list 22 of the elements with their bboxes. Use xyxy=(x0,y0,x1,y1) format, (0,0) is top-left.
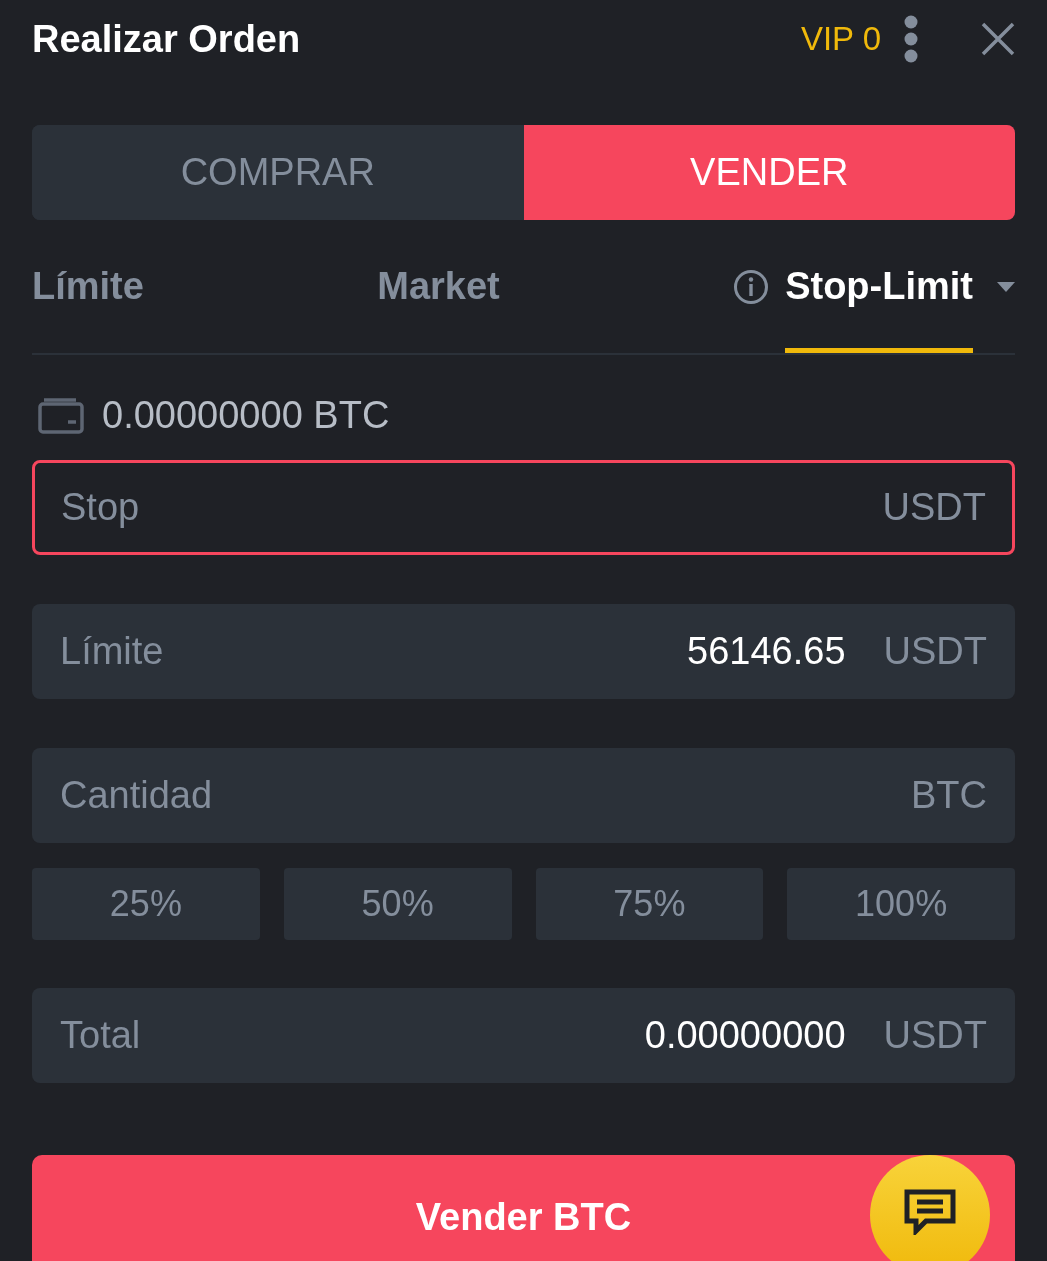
order-type-tab[interactable]: Market xyxy=(377,220,500,353)
input-field[interactable]: Cantidad BTC xyxy=(32,748,1015,843)
input-field[interactable]: Stop USDT xyxy=(32,460,1015,555)
total-field[interactable]: Total 0.00000000 USDT xyxy=(32,988,1015,1083)
percent-button[interactable]: 25% xyxy=(32,868,260,940)
more-icon[interactable] xyxy=(903,15,919,63)
vip-level: VIP 0 xyxy=(800,20,881,58)
input-field[interactable]: Límite 56146.65 USDT xyxy=(32,604,1015,699)
percent-button[interactable]: 75% xyxy=(535,868,764,940)
available-balance: 0.00000000 BTC xyxy=(102,394,390,437)
sell-button[interactable]: Vender BTC xyxy=(32,1155,1015,1261)
order-title: Realizar Orden xyxy=(32,17,302,61)
info-icon[interactable] xyxy=(733,268,770,305)
order-type-tab[interactable]: Límite xyxy=(32,220,144,353)
caret-icon[interactable] xyxy=(997,281,1015,292)
percent-button[interactable]: 100% xyxy=(787,868,1015,940)
percent-button[interactable]: 50% xyxy=(283,868,512,940)
order-type-tab[interactable]: Stop-Limit xyxy=(733,220,1015,353)
close-icon[interactable] xyxy=(981,22,1015,56)
side-tab[interactable]: VENDER xyxy=(523,125,1015,220)
wallet-icon xyxy=(38,397,84,434)
chat-icon xyxy=(904,1189,956,1235)
